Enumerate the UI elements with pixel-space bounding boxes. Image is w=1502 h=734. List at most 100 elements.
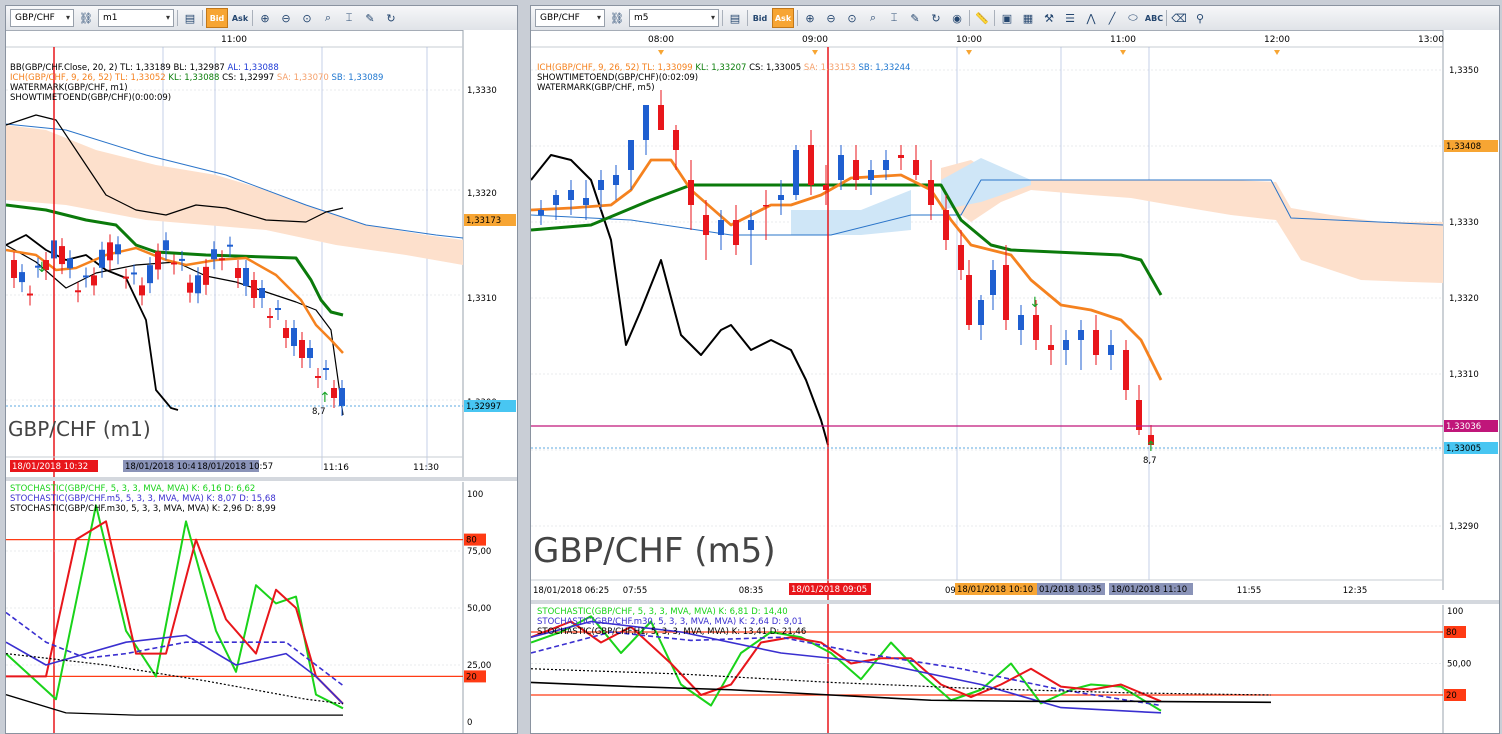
candle: [267, 316, 273, 318]
zoom-in-icon[interactable]: ⊕: [256, 9, 274, 27]
candle: [978, 300, 984, 325]
arrow-up-icon: ↑: [1145, 439, 1157, 455]
candle: [307, 348, 313, 358]
separator: [252, 10, 253, 26]
legend-ich: ICH(GBP/CHF, 9, 26, 52) TL: 1,33052 KL: …: [10, 73, 383, 83]
zoom-in-icon[interactable]: ⊕: [801, 9, 819, 27]
time-label: 11:00: [1110, 35, 1136, 45]
bid-button[interactable]: Bid: [206, 8, 228, 28]
candle: [219, 258, 225, 261]
chart-type-icon[interactable]: ▤: [181, 9, 199, 27]
level-label: 25,00: [467, 661, 491, 671]
time-label: 12:00: [1264, 35, 1290, 45]
ellipse-icon[interactable]: ⬭: [1124, 9, 1142, 27]
text-tool-icon[interactable]: ABC: [1145, 9, 1163, 27]
ask-button[interactable]: Ask: [772, 8, 794, 28]
price-tag-red: 1,33036: [1446, 422, 1481, 432]
kumo-cloud-blue2: [791, 190, 911, 235]
zoom-fit-icon[interactable]: ⊙: [298, 9, 316, 27]
watermark: GBP/CHF (m1): [8, 417, 151, 441]
candle: [211, 249, 217, 260]
candle: [1003, 265, 1009, 320]
lines-menu-icon[interactable]: ☰: [1061, 9, 1079, 27]
kumo-cloud: [6, 125, 463, 265]
crosshair-icon[interactable]: ⌶: [340, 9, 358, 27]
time-marker-icon: [1274, 50, 1280, 55]
edit-icon[interactable]: ✎: [906, 9, 924, 27]
stoch-h1-k: [531, 681, 1272, 704]
trendline-icon[interactable]: ╱: [1103, 9, 1121, 27]
price-tag-blue: 1,32997: [466, 402, 501, 412]
candle: [1123, 350, 1129, 390]
time-tag-red: 18/01/2018 09:05: [791, 585, 867, 595]
watermark: GBP/CHF (m5): [533, 531, 776, 571]
globe-icon[interactable]: ◉: [948, 9, 966, 27]
candle: [778, 195, 784, 200]
tools-icon[interactable]: ⚒: [1040, 9, 1058, 27]
price-tag-orange: 1,33408: [1446, 142, 1481, 152]
time-tag-orange: 18/01/2018 10:10: [957, 585, 1033, 595]
candle: [251, 280, 257, 298]
period-select[interactable]: m1: [98, 9, 174, 27]
time-tag-grey: 01/2018 10:35: [1039, 585, 1102, 595]
link-icon[interactable]: ⛓: [608, 9, 626, 27]
candle: [139, 285, 145, 296]
image-icon[interactable]: ▣: [998, 9, 1016, 27]
level-tag: 20: [1446, 691, 1457, 701]
zoom-out-icon[interactable]: ⊖: [277, 9, 295, 27]
time-label: 10:00: [956, 35, 982, 45]
zoom-out-icon[interactable]: ⊖: [822, 9, 840, 27]
crosshair-icon[interactable]: ⌶: [885, 9, 903, 27]
level-label: 100: [1447, 607, 1463, 617]
symbol-select[interactable]: GBP/CHF: [10, 9, 74, 27]
candle: [27, 293, 33, 296]
hierarchy-icon[interactable]: ⚲: [1191, 9, 1209, 27]
search-icon[interactable]: ⌕: [864, 9, 882, 27]
zoom-fit-icon[interactable]: ⊙: [843, 9, 861, 27]
template-icon[interactable]: ▦: [1019, 9, 1037, 27]
candle: [243, 268, 249, 286]
candle: [259, 288, 265, 298]
ask-button[interactable]: Ask: [231, 9, 249, 27]
bid-button[interactable]: Bid: [751, 9, 769, 27]
candle: [793, 150, 799, 195]
candle: [853, 160, 859, 180]
refresh-icon[interactable]: ↻: [927, 9, 945, 27]
symbol-select[interactable]: GBP/CHF: [535, 9, 605, 27]
candle: [943, 210, 949, 240]
arrow-up-icon: ↑: [319, 390, 331, 406]
edit-icon[interactable]: ✎: [361, 9, 379, 27]
time-marker-icon: [812, 50, 818, 55]
separator: [177, 10, 178, 26]
candle: [171, 262, 177, 265]
candle: [299, 340, 305, 358]
candle: [339, 388, 345, 406]
stoch-legend-2: STOCHASTIC(GBP/CHF.m5, 5, 3, 3, MVA, MVA…: [10, 494, 276, 504]
legend-bb: BB(GBP/CHF.Close, 20, 2) TL: 1,33189 BL:…: [10, 63, 279, 73]
candle: [718, 220, 724, 235]
ruler-icon[interactable]: 📏: [973, 9, 991, 27]
candle: [1018, 315, 1024, 330]
arrow-down-icon: ↓: [1029, 295, 1041, 311]
stoch-legend-3: STOCHASTIC(GBP/CHF.m30, 5, 3, 3, MVA, MV…: [10, 504, 276, 514]
chart-type-icon[interactable]: ▤: [726, 9, 744, 27]
candle: [613, 175, 619, 185]
candle: [748, 220, 754, 230]
link-icon[interactable]: ⛓: [77, 9, 95, 27]
eraser-icon[interactable]: ⌫: [1170, 9, 1188, 27]
refresh-icon[interactable]: ↻: [382, 9, 400, 27]
arrow-label: 8,7: [312, 407, 326, 417]
right-chart-area[interactable]: 08:00 09:00 10:00 11:00 12:00 13:00 ↓ ↑8,7 GBP/C…: [531, 30, 1499, 733]
candle: [658, 105, 664, 130]
candle: [703, 215, 709, 235]
time-marker-icon: [658, 50, 664, 55]
candle: [315, 376, 321, 378]
left-chart-area[interactable]: 11:00 ↓ ↑8,7 GBP/CHF (m1) 1,3330 1,3320 1,3310…: [6, 30, 517, 733]
candle: [568, 190, 574, 200]
fan-icon[interactable]: ⋀: [1082, 9, 1100, 27]
search-icon[interactable]: ⌕: [319, 9, 337, 27]
candle: [83, 275, 89, 278]
period-select[interactable]: m5: [629, 9, 719, 27]
candle: [59, 246, 65, 265]
candle: [291, 328, 297, 346]
